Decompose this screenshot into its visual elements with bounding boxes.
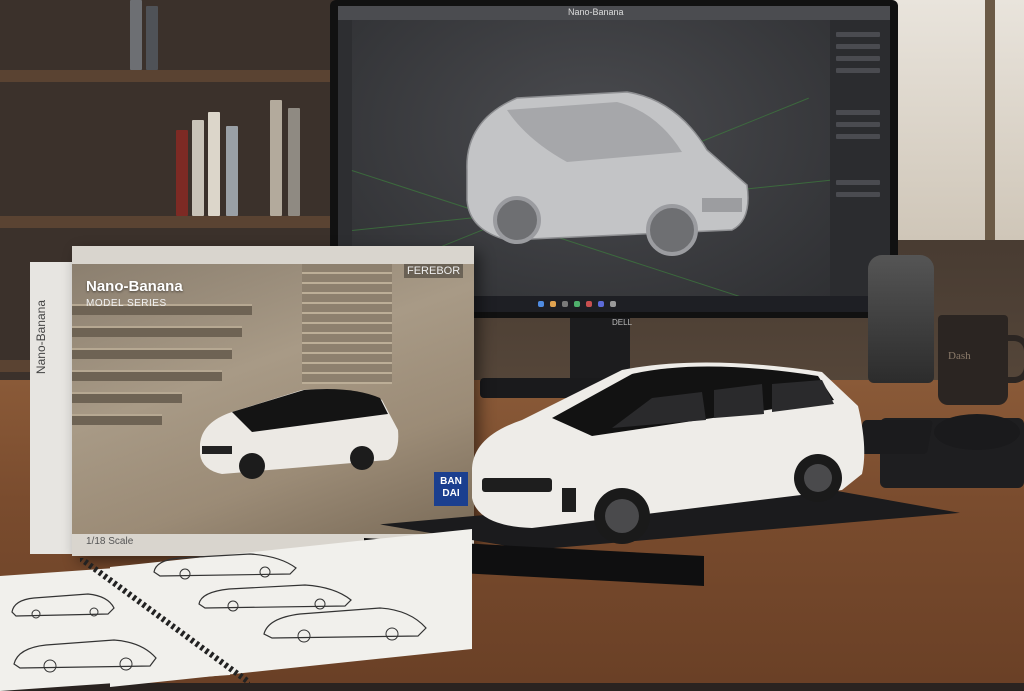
panel-row[interactable] [836, 134, 880, 139]
render-car-model [466, 91, 749, 256]
stair-step [72, 326, 242, 337]
taskbar-app-icon[interactable] [562, 301, 568, 307]
stair-step [72, 348, 232, 359]
box-brand-tag: FEREBOR [404, 264, 464, 278]
book [130, 0, 142, 70]
stone-staircase [302, 264, 392, 384]
taskbar-app-icon[interactable] [586, 301, 592, 307]
panel-row[interactable] [836, 180, 880, 185]
car-sketch [13, 639, 157, 673]
stair-step [72, 392, 182, 403]
car-sketch [263, 607, 427, 643]
model-car [472, 362, 865, 544]
box-scale-label: 1/18 Scale [86, 536, 134, 547]
taskbar-app-icon[interactable] [598, 301, 604, 307]
window-frame [985, 0, 995, 240]
book [226, 126, 238, 216]
panel-row[interactable] [836, 68, 880, 73]
mug-label: Dash [948, 350, 971, 362]
taskbar-app-icon[interactable] [610, 301, 616, 307]
book [176, 130, 188, 216]
computer-mouse [934, 414, 1020, 450]
book [192, 120, 204, 216]
app-menubar: Nano-Banana [338, 6, 890, 20]
panel-row[interactable] [836, 122, 880, 127]
car-sketch [153, 553, 297, 580]
book [270, 100, 282, 216]
book [288, 108, 300, 216]
book [146, 6, 158, 70]
box-subtitle: MODEL SERIES [86, 298, 167, 309]
panel-row[interactable] [836, 32, 880, 37]
model-box: Nano-Banana MODEL SERIES FEREBOR BAN DAI… [72, 246, 474, 556]
car-sketch [11, 593, 115, 619]
panel-row[interactable] [836, 56, 880, 61]
taskbar-app-icon[interactable] [550, 301, 556, 307]
stair-step [72, 414, 162, 425]
sketchbook [0, 528, 476, 691]
panel-row[interactable] [836, 110, 880, 115]
desk-lamp [868, 255, 934, 383]
taskbar-app-icon[interactable] [574, 301, 580, 307]
shelf-board [0, 70, 330, 82]
box-title: Nano-Banana [86, 278, 183, 295]
box-side-label: Nano-Banana [34, 300, 48, 375]
taskbar-app-icon[interactable] [538, 301, 544, 307]
book [208, 112, 220, 216]
box-car-image [200, 389, 399, 479]
panel-row[interactable] [836, 44, 880, 49]
shelf-board [0, 216, 330, 228]
app-title: Nano-Banana [568, 7, 624, 17]
panel-row[interactable] [836, 192, 880, 197]
monitor-logo: DELL [612, 318, 633, 327]
